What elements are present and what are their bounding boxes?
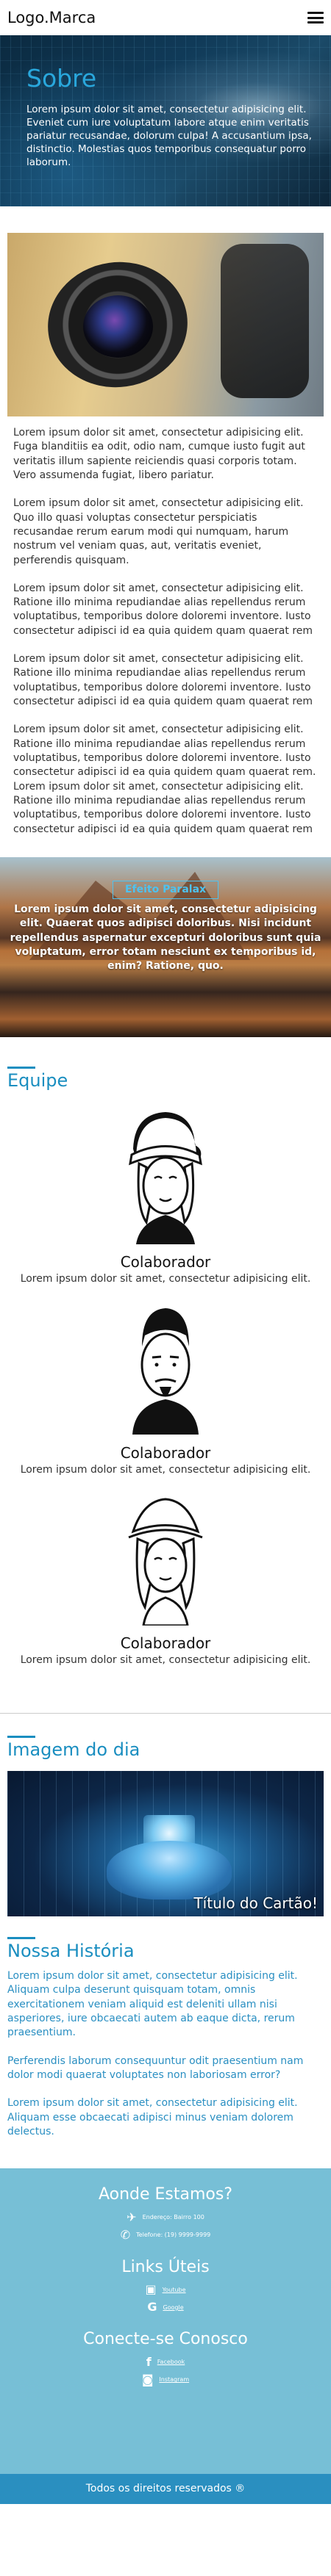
- heading-accent-bar: [7, 1937, 35, 1940]
- team-member: Colaborador Lorem ipsum dolor sit amet, …: [0, 1295, 331, 1477]
- imagem-title: Imagem do dia: [7, 1739, 140, 1761]
- section-divider: [0, 1713, 331, 1714]
- avatar: [129, 1111, 202, 1244]
- google-icon: G: [147, 2300, 157, 2315]
- google-link[interactable]: G Google: [0, 2301, 331, 2313]
- facebook-icon: f: [146, 2354, 152, 2369]
- copyright-bar: Todos os direitos reservados ®: [0, 2474, 331, 2505]
- youtube-label[interactable]: Youtube: [163, 2286, 186, 2294]
- member-name: Colaborador: [120, 1252, 211, 1271]
- camera-lens-photo: [7, 233, 324, 416]
- youtube-link[interactable]: ▣ Youtube: [0, 2284, 331, 2295]
- historia-paragraph: Perferendis laborum consequuntur odit pr…: [7, 2054, 304, 2081]
- member-desc: Lorem ipsum dolor sit amet, consectetur …: [20, 1463, 311, 1476]
- article-paragraph: Lorem ipsum dolor sit amet, consectetur …: [13, 582, 313, 637]
- article-paragraph: Lorem ipsum dolor sit amet, consectetur …: [13, 427, 305, 481]
- historia-paragraph: Lorem ipsum dolor sit amet, consectetur …: [7, 1970, 298, 2039]
- location-group: Aonde Estamos? ✈ Endereço: Bairro 100 ✆ …: [0, 2184, 331, 2241]
- copyright-text: Todos os direitos reservados ®: [85, 2483, 246, 2495]
- avatar: [128, 1498, 203, 1627]
- brand-logo[interactable]: Logo.Marca: [7, 7, 96, 29]
- youtube-icon: ▣: [145, 2282, 157, 2297]
- site-footer: Aonde Estamos? ✈ Endereço: Bairro 100 ✆ …: [0, 2168, 331, 2475]
- sobre-hero: Sobre Lorem ipsum dolor sit amet, consec…: [0, 35, 331, 206]
- facebook-label[interactable]: Facebook: [157, 2358, 185, 2366]
- hamburger-icon[interactable]: [307, 12, 324, 24]
- equipe-title: Equipe: [7, 1069, 68, 1091]
- social-title: Conecte-se Conosco: [83, 2330, 248, 2349]
- instagram-link[interactable]: ◙ Instagram: [0, 2372, 331, 2386]
- google-label[interactable]: Google: [163, 2303, 183, 2312]
- article-paragraph: Lorem ipsum dolor sit amet, consectetur …: [13, 653, 313, 707]
- heading-accent-bar: [7, 1736, 35, 1739]
- lens-glass: [83, 295, 153, 358]
- imagem-heading: Imagem do dia: [7, 1736, 324, 1761]
- equipe-heading: Equipe: [7, 1066, 324, 1092]
- social-group: Conecte-se Conosco f Facebook ◙ Instagra…: [0, 2329, 331, 2386]
- glowing-hands: [107, 1841, 232, 1900]
- card-caption: Título do Cartão!: [193, 1894, 318, 1912]
- paralax-text: Lorem ipsum dolor sit amet, consectetur …: [10, 903, 321, 973]
- paralax-section: Efeito Paralax Lorem ipsum dolor sit ame…: [0, 856, 331, 1037]
- team-member: Colaborador Lorem ipsum dolor sit amet, …: [0, 1486, 331, 1668]
- member-desc: Lorem ipsum dolor sit amet, consectetur …: [20, 1272, 311, 1285]
- top-navbar: Logo.Marca: [0, 0, 331, 35]
- sobre-title: Sobre: [26, 64, 97, 93]
- historia-title: Nossa História: [7, 1941, 135, 1962]
- article-paragraph: Lorem ipsum dolor sit amet, consectetur …: [13, 724, 316, 835]
- team-member: Colaborador Lorem ipsum dolor sit amet, …: [0, 1105, 331, 1287]
- paralax-button[interactable]: Efeito Paralax: [112, 880, 219, 900]
- phone-text: Telefone: (19) 9999-9999: [136, 2232, 211, 2239]
- address-item: ✈ Endereço: Bairro 100: [0, 2209, 331, 2224]
- article-paragraph: Lorem ipsum dolor sit amet, consectetur …: [13, 497, 304, 566]
- member-name: Colaborador: [120, 1443, 211, 1462]
- sobre-text: Lorem ipsum dolor sit amet, consectetur …: [26, 103, 312, 169]
- member-desc: Lorem ipsum dolor sit amet, consectetur …: [20, 1654, 311, 1667]
- avatar: [132, 1308, 199, 1435]
- article-text: Lorem ipsum dolor sit amet, consectetur …: [0, 416, 331, 837]
- phone-item: ✆ Telefone: (19) 9999-9999: [0, 2229, 331, 2241]
- image-card[interactable]: Título do Cartão!: [7, 1771, 324, 1917]
- instagram-label[interactable]: Instagram: [159, 2375, 189, 2384]
- location-title: Aonde Estamos?: [98, 2185, 233, 2204]
- address-text: Endereço: Bairro 100: [142, 2214, 204, 2221]
- heading-accent-bar: [7, 1066, 35, 1069]
- links-group: Links Úteis ▣ Youtube G Google: [0, 2257, 331, 2314]
- instagram-icon: ◙: [141, 2372, 154, 2386]
- historia-heading: Nossa História: [7, 1937, 324, 1962]
- location-pin-icon: ✈: [127, 2209, 137, 2224]
- historia-paragraph: Lorem ipsum dolor sit amet, consectetur …: [7, 2097, 298, 2137]
- camera-body: [221, 244, 309, 398]
- phone-icon: ✆: [120, 2227, 131, 2242]
- historia-text: Lorem ipsum dolor sit amet, consectetur …: [0, 1969, 331, 2139]
- facebook-link[interactable]: f Facebook: [0, 2356, 331, 2368]
- member-name: Colaborador: [120, 1634, 211, 1653]
- links-title: Links Úteis: [121, 2257, 210, 2276]
